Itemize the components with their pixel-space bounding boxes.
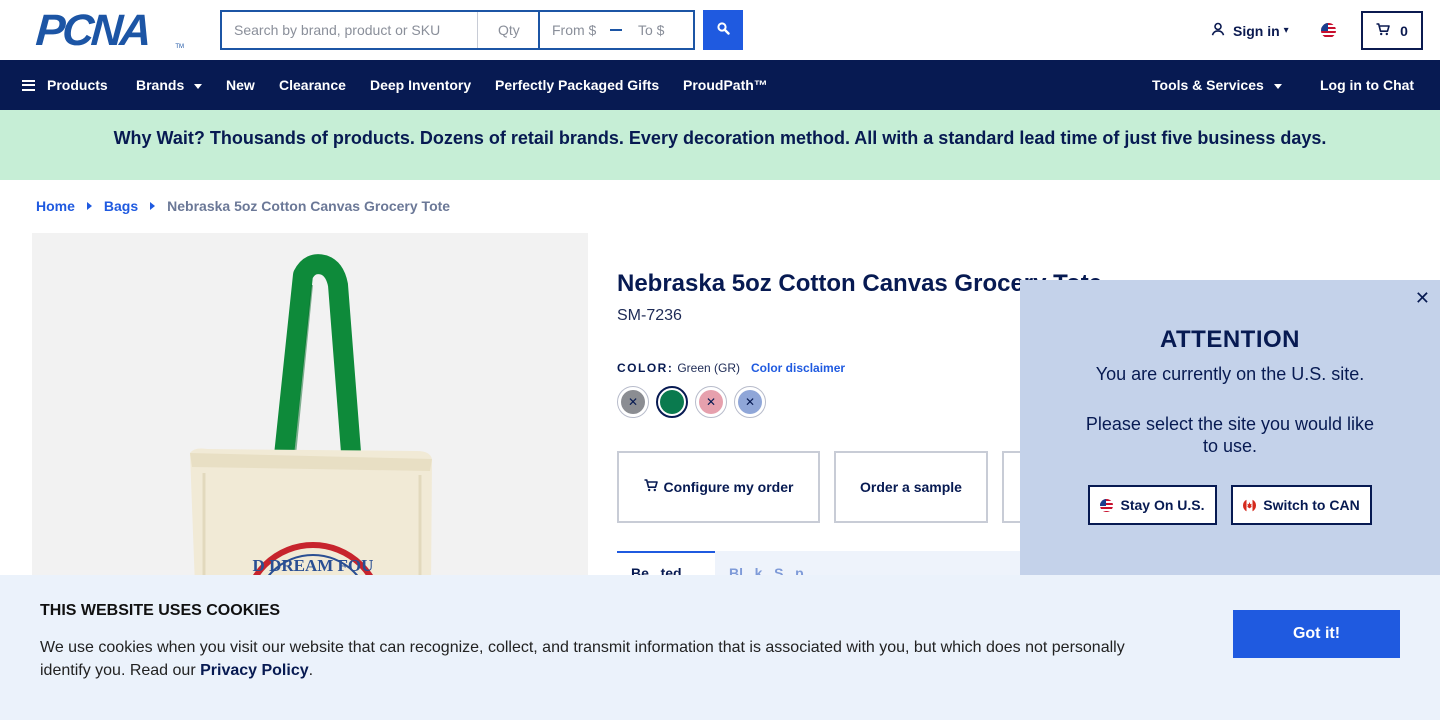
color-row: COLOR: Green (GR) Color disclaimer — [617, 361, 845, 375]
price-from-input[interactable] — [540, 12, 602, 48]
cart-count: 0 — [1400, 22, 1408, 39]
swatch-green[interactable] — [656, 386, 688, 418]
site-select-modal: ✕ ATTENTION You are currently on the U.S… — [1020, 280, 1440, 575]
order-sample-label: Order a sample — [860, 479, 962, 495]
nav-clearance-label: Clearance — [279, 77, 346, 93]
nav-chat-label: Log in to Chat — [1320, 77, 1415, 93]
nav-tools-label: Tools & Services — [1152, 77, 1264, 93]
us-flag-icon[interactable] — [1321, 23, 1336, 38]
breadcrumb-home[interactable]: Home — [36, 198, 75, 214]
modal-title: ATTENTION — [1159, 326, 1301, 353]
tote-print-text: D DREAM FOU — [253, 556, 374, 575]
stay-us-label: Stay On U.S. — [1120, 497, 1205, 513]
search-button[interactable] — [703, 10, 743, 50]
nav-chat-login[interactable]: Log in to Chat — [1320, 60, 1414, 110]
switch-can-button[interactable]: Switch to CAN — [1231, 485, 1372, 525]
product-sku: SM-7236 — [617, 307, 682, 324]
cart-button[interactable]: 0 — [1361, 11, 1423, 50]
caret-down-icon — [194, 83, 203, 89]
cookie-title: THIS WEBSITE USES COOKIES — [40, 602, 281, 619]
sign-in-label: Sign in — [1233, 22, 1280, 39]
logo-text: PCNA — [34, 6, 151, 55]
chevron-down-icon: ▾ — [1283, 25, 1289, 36]
unavailable-x-icon: ✕ — [699, 390, 723, 414]
search-form — [220, 10, 695, 50]
unavailable-x-icon: ✕ — [621, 390, 645, 414]
configure-order-label: Configure my order — [663, 479, 794, 495]
quantity-input[interactable] — [478, 12, 540, 48]
swatch-pink[interactable]: ✕ — [695, 386, 727, 418]
nav-proudpath-label: ProudPath™ — [683, 77, 768, 93]
user-icon — [1211, 22, 1225, 39]
breadcrumb: Home Bags Nebraska 5oz Cotton Canvas Gro… — [36, 198, 450, 214]
nav-new[interactable]: New — [226, 60, 255, 110]
nav-clearance[interactable]: Clearance — [279, 60, 346, 110]
canada-flag-icon — [1243, 498, 1257, 512]
price-to-input[interactable] — [626, 12, 688, 48]
unavailable-x-icon: ✕ — [738, 390, 762, 414]
modal-select-site-text: Please select the site you would like to… — [1085, 414, 1375, 456]
color-swatches: ✕ ✕ ✕ — [617, 386, 766, 418]
nav-gifts[interactable]: Perfectly Packaged Gifts — [495, 60, 659, 110]
nav-proudpath[interactable]: ProudPath™ — [683, 60, 768, 110]
search-icon — [716, 22, 730, 38]
nav-products[interactable]: Products — [22, 60, 108, 110]
price-range — [540, 12, 693, 48]
search-input[interactable] — [222, 12, 478, 48]
modal-current-site-text: You are currently on the U.S. site. — [1095, 364, 1365, 384]
order-sample-button[interactable]: Order a sample — [834, 451, 988, 523]
nav-new-label: New — [226, 77, 255, 93]
breadcrumb-current: Nebraska 5oz Cotton Canvas Grocery Tote — [167, 198, 451, 214]
menu-icon — [22, 79, 35, 91]
color-value: Green (GR) — [677, 361, 741, 375]
swatch-blue[interactable]: ✕ — [734, 386, 766, 418]
swatch-gray[interactable]: ✕ — [617, 386, 649, 418]
caret-down-icon — [1273, 83, 1282, 89]
pcna-logo[interactable]: PCNA TM — [34, 6, 184, 55]
close-icon[interactable]: ✕ — [1415, 288, 1430, 309]
cart-icon — [1376, 22, 1390, 39]
switch-can-label: Switch to CAN — [1263, 497, 1360, 513]
nav-brands[interactable]: Brands — [136, 60, 203, 110]
breadcrumb-arrow-icon — [86, 202, 92, 210]
cookie-text: We use cookies when you visit our websit… — [40, 636, 1160, 682]
nav-tools-services[interactable]: Tools & Services — [1152, 60, 1282, 110]
promo-text: Why Wait? Thousands of products. Dozens … — [113, 127, 1327, 148]
nav-deep-inventory-label: Deep Inventory — [370, 77, 472, 93]
us-flag-icon — [1100, 498, 1114, 512]
logo-trademark: TM — [175, 44, 184, 50]
nav-brands-label: Brands — [136, 77, 185, 93]
top-header: PCNA TM Sign in ▾ 0 — [0, 0, 1440, 60]
privacy-policy-link[interactable]: Privacy Policy — [200, 662, 309, 679]
nav-deep-inventory[interactable]: Deep Inventory — [370, 60, 471, 110]
color-disclaimer-link[interactable]: Color disclaimer — [751, 361, 845, 375]
cart-icon — [644, 479, 658, 495]
swatch-green-fill — [660, 390, 684, 414]
nav-gifts-label: Perfectly Packaged Gifts — [495, 77, 660, 93]
cookie-banner: THIS WEBSITE USES COOKIES We use cookies… — [0, 575, 1440, 720]
cookie-accept-button[interactable]: Got it! — [1233, 610, 1400, 658]
breadcrumb-bags[interactable]: Bags — [104, 198, 138, 214]
color-label: COLOR: — [617, 361, 674, 375]
stay-us-button[interactable]: Stay On U.S. — [1088, 485, 1217, 525]
cookie-text-end: . — [308, 662, 314, 679]
breadcrumb-arrow-icon — [150, 202, 156, 210]
configure-order-button[interactable]: Configure my order — [617, 451, 820, 523]
promo-banner: Why Wait? Thousands of products. Dozens … — [0, 110, 1440, 180]
nav-products-label: Products — [47, 77, 108, 93]
main-nav: Products Brands New Clearance Deep Inven… — [0, 60, 1440, 110]
sign-in-menu[interactable]: Sign in ▾ — [1211, 22, 1289, 39]
price-range-dash — [610, 29, 622, 31]
